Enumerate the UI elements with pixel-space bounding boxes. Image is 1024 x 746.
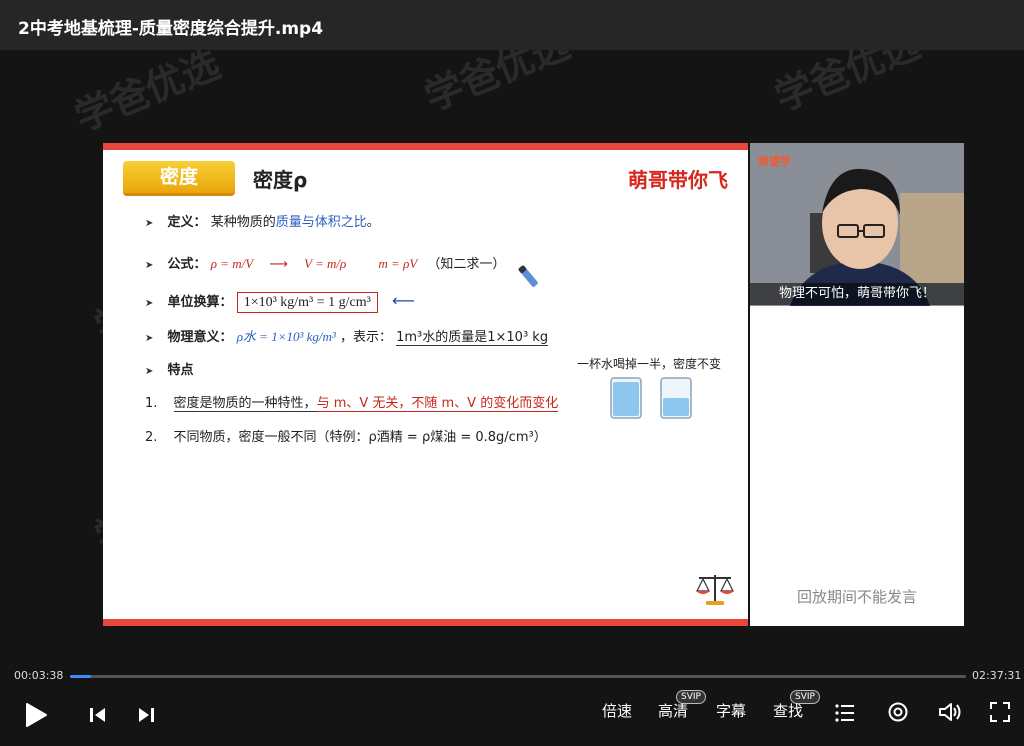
features-row: ➤ 特点	[145, 359, 194, 378]
lecture-slide: 密度 密度ρ 萌哥带你飞 ➤ 定义： 某种物质的质量与体积之比。 ➤ 公式： ρ…	[103, 143, 748, 626]
next-icon[interactable]	[136, 705, 156, 725]
definition-label: 定义：	[167, 215, 207, 230]
feature-2-number: 2.	[145, 430, 158, 445]
formula-label: 公式：	[167, 257, 207, 272]
fullscreen-icon[interactable]	[989, 701, 1011, 723]
definition-text: 某种物质的	[210, 215, 276, 230]
webcam-caption: 物理不可怕，萌哥带你飞！	[750, 283, 964, 305]
balance-scale-icon	[693, 569, 737, 609]
section-title: 密度ρ	[253, 168, 308, 192]
chat-disabled-notice: 回放期间不能发言	[796, 588, 917, 606]
previous-icon[interactable]	[88, 705, 108, 725]
formula-note: （知二求一）	[427, 257, 506, 272]
unit-conversion-box: 1×10³ kg/m³ = 1 g/cm³	[236, 292, 378, 313]
current-time: 00:03:38	[14, 669, 64, 682]
section-tag: 密度	[123, 161, 235, 196]
formula-arrow: ⟶	[269, 257, 288, 272]
play-icon[interactable]	[24, 702, 48, 728]
bullet-arrow-icon: ➤	[145, 298, 154, 309]
window-title: 2中考地基梳理-质量密度综合提升.mp4	[18, 19, 324, 39]
definition-end: 。	[366, 215, 380, 230]
playlist-icon[interactable]	[834, 702, 856, 724]
search-button[interactable]: 查找	[773, 700, 803, 721]
bullet-arrow-icon: ➤	[145, 218, 154, 229]
feature-1-text: 密度是物质的一种特性，	[173, 396, 317, 412]
formula-density: ρ = m/V	[210, 256, 254, 271]
chat-panel: 回放期间不能发言	[750, 306, 964, 626]
formula-volume: V = m/ρ	[304, 256, 347, 271]
progress-bar[interactable]	[70, 675, 966, 678]
pen-icon	[515, 261, 545, 291]
volume-icon[interactable]	[938, 701, 962, 723]
half-cup-icon	[658, 376, 694, 420]
meaning-label: 物理意义：	[167, 330, 233, 345]
unit-row: ➤ 单位换算： 1×10³ kg/m³ = 1 g/cm³ ⟵	[145, 291, 415, 313]
feature-1: 1. 密度是物质的一种特性，与 m、V 无关，不随 m、V 的变化而变化	[145, 392, 559, 412]
features-label: 特点	[167, 363, 194, 378]
unit-label: 单位换算：	[167, 295, 233, 310]
full-cup-icon	[608, 376, 644, 420]
speed-button[interactable]: 倍速	[602, 700, 632, 721]
teacher-webcam: 希望学	[750, 143, 964, 306]
slide-top-bar	[103, 143, 748, 150]
title-bar: 2中考地基梳理-质量密度综合提升.mp4	[0, 0, 1024, 50]
annotation-arrow-icon: ⟵	[391, 291, 415, 310]
danmaku-icon[interactable]	[887, 701, 909, 723]
formula-row: ➤ 公式： ρ = m/V ⟶ V = m/ρ m = ρV （知二求一）	[145, 253, 505, 272]
meaning-text: 1m³水的质量是1×10³ kg	[396, 330, 549, 346]
quality-button[interactable]: 高清	[658, 700, 688, 721]
cup-note: 一杯水喝掉一半，密度不变	[577, 357, 722, 371]
bullet-arrow-icon: ➤	[145, 260, 154, 271]
bullet-arrow-icon: ➤	[145, 333, 154, 344]
subtitle-button[interactable]: 字幕	[716, 700, 746, 721]
feature-1-highlight: 与 m、V 无关，不随 m、V 的变化而变化	[316, 396, 559, 412]
feature-1-number: 1.	[145, 396, 158, 411]
webcam-logo: 希望学	[758, 155, 791, 168]
meaning-row: ➤ 物理意义： ρ水 = 1×10³ kg/m³ ，表示： 1m³水的质量是1×…	[145, 326, 549, 346]
progress-fill	[70, 675, 91, 678]
feature-2: 2. 不同物质，密度一般不同（特例：ρ酒精 = ρ煤油 = 0.8g/cm³）	[145, 426, 547, 445]
feature-2-text: 不同物质，密度一般不同（特例：ρ酒精 = ρ煤油 = 0.8g/cm³）	[173, 430, 547, 445]
meaning-formula: ρ水 = 1×10³ kg/m³	[236, 329, 336, 344]
bullet-arrow-icon: ➤	[145, 366, 154, 377]
definition-row: ➤ 定义： 某种物质的质量与体积之比。	[145, 211, 380, 230]
brand-slogan: 萌哥带你飞	[628, 168, 728, 192]
formula-mass: m = ρV	[378, 256, 418, 271]
meaning-separator: ，表示：	[339, 330, 392, 345]
slide-bottom-bar	[103, 619, 748, 626]
definition-highlight: 质量与体积之比	[275, 215, 367, 230]
total-time: 02:37:31	[972, 669, 1022, 682]
